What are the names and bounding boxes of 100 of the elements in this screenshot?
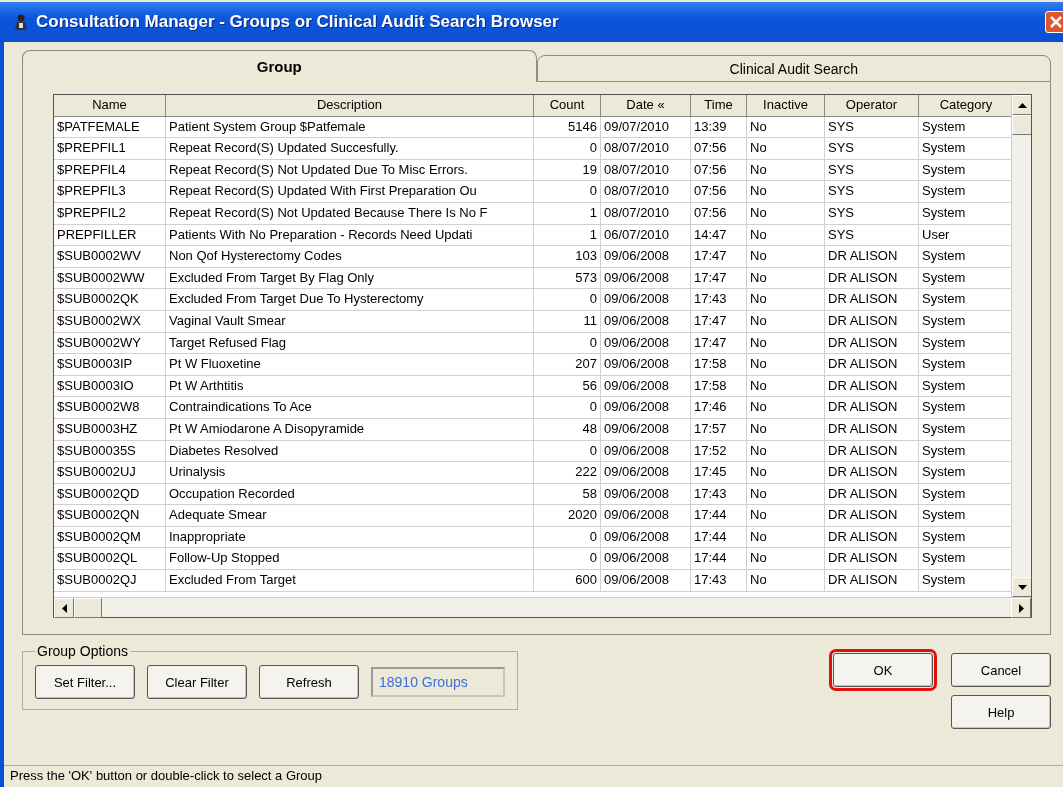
table-cell: 17:47 [691,267,747,290]
table-cell: 600 [534,570,601,592]
table-cell: $SUB0002UJ [54,462,166,484]
table-cell: Pt W Arthtitis [166,375,534,398]
table-cell: 222 [534,462,601,484]
dialog-button[interactable]: Cancel [951,653,1051,687]
table-cell: DR ALISON [825,310,919,333]
table-cell: Vaginal Vault Smear [166,310,534,333]
table-cell: 56 [534,375,601,398]
table-cell: SYS [825,159,919,182]
close-button[interactable] [1045,11,1063,33]
table-cell: SYS [825,116,919,139]
column-header[interactable]: Time [691,95,747,117]
table-cell: 0 [534,289,601,311]
table-cell: 08/07/2010 [601,202,691,225]
table-cell: 17:43 [691,289,747,311]
table-cell: Pt W Amiodarone A Disopyramide [166,418,534,441]
table-cell: Excluded From Target [166,570,534,592]
table-cell: $SUB0002QL [54,548,166,571]
table-cell: 207 [534,354,601,376]
table-cell: $SUB0002W8 [54,397,166,419]
column-header[interactable]: Name [54,95,166,117]
table-cell: No [747,310,825,333]
table-cell: No [747,267,825,290]
table-cell: 17:43 [691,570,747,592]
column-header[interactable]: Category [919,95,1011,117]
option-button[interactable]: Clear Filter [147,665,247,699]
scroll-thumb[interactable] [74,598,102,618]
table-cell: Adequate Smear [166,505,534,527]
table-cell: 09/06/2008 [601,548,691,571]
table-cell: Inappropriate [166,526,534,549]
table-cell: $SUB0003IP [54,354,166,376]
table-cell: DR ALISON [825,418,919,441]
table-cell: 09/06/2008 [601,462,691,484]
table-cell: $PATFEMALE [54,116,166,139]
tab[interactable]: Group [22,50,537,82]
table-cell: DR ALISON [825,289,919,311]
table-cell: 09/06/2008 [601,505,691,527]
table-cell: Pt W Fluoxetine [166,354,534,376]
table-cell: DR ALISON [825,267,919,290]
column-header[interactable]: Description [166,95,534,117]
table-cell: $SUB0003IO [54,375,166,398]
window-title: Consultation Manager - Groups or Clinical Audit Search Browser [36,12,560,32]
tab[interactable]: Clinical Audit Search [536,55,1051,82]
option-button[interactable]: Refresh [259,665,359,699]
scroll-up-button[interactable] [1012,95,1031,115]
table-cell: No [747,354,825,376]
column-header[interactable]: Operator [825,95,919,117]
scroll-thumb[interactable] [1012,115,1031,135]
table-cell: No [747,570,825,592]
option-button[interactable]: Set Filter... [35,665,135,699]
table-cell: $PREPFIL4 [54,159,166,182]
table-cell: 13:39 [691,116,747,139]
table-cell: PREPFILLER [54,224,166,247]
table-cell: Diabetes Resolved [166,440,534,463]
table-cell: 17:44 [691,505,747,527]
table-cell: Non Qof Hysterectomy Codes [166,246,534,268]
table-cell: 17:43 [691,483,747,506]
table-cell: 0 [534,181,601,203]
table-cell: 09/07/2010 [601,116,691,139]
table-cell: 09/06/2008 [601,440,691,463]
table-cell: Repeat Record(S) Not Updated Due To Misc Errors. [166,159,534,182]
table-cell: 09/06/2008 [601,375,691,398]
right-arrow-icon [1016,603,1026,613]
table-cell: 17:44 [691,526,747,549]
scroll-left-button[interactable] [54,598,74,618]
group-label: Group Options [36,643,130,659]
table-cell: No [747,440,825,463]
table-cell: $SUB0002WW [54,267,166,290]
up-arrow-icon [1017,100,1027,110]
column-header[interactable]: Date « [601,95,691,117]
table-cell: Target Refused Flag [166,332,534,355]
table-cell: Follow-Up Stopped [166,548,534,571]
left-arrow-icon [59,603,69,613]
table-cell: 09/06/2008 [601,526,691,549]
table-cell: DR ALISON [825,332,919,355]
table-cell: No [747,526,825,549]
table-cell: $SUB0002WX [54,310,166,333]
column-header[interactable]: Inactive [747,95,825,117]
table-cell: 11 [534,310,601,333]
table-cell: DR ALISON [825,246,919,268]
dialog-button[interactable]: Help [951,695,1051,729]
table-cell: 0 [534,440,601,463]
table-cell: 08/07/2010 [601,138,691,160]
column-header[interactable]: Count [534,95,601,117]
table-cell: SYS [825,138,919,160]
table-cell: No [747,202,825,225]
table-cell: 17:45 [691,462,747,484]
table-cell: 17:57 [691,418,747,441]
table-cell: Patient System Group $Patfemale [166,116,534,139]
table-cell: DR ALISON [825,570,919,592]
table-cell: $SUB0002WV [54,246,166,268]
table-cell: 09/06/2008 [601,483,691,506]
scroll-down-button[interactable] [1012,577,1031,597]
table-cell: 08/07/2010 [601,159,691,182]
scroll-right-button[interactable] [1011,598,1031,618]
table-cell: No [747,116,825,139]
table-cell: DR ALISON [825,548,919,571]
table-cell: 0 [534,548,601,571]
table-cell: 5146 [534,116,601,139]
